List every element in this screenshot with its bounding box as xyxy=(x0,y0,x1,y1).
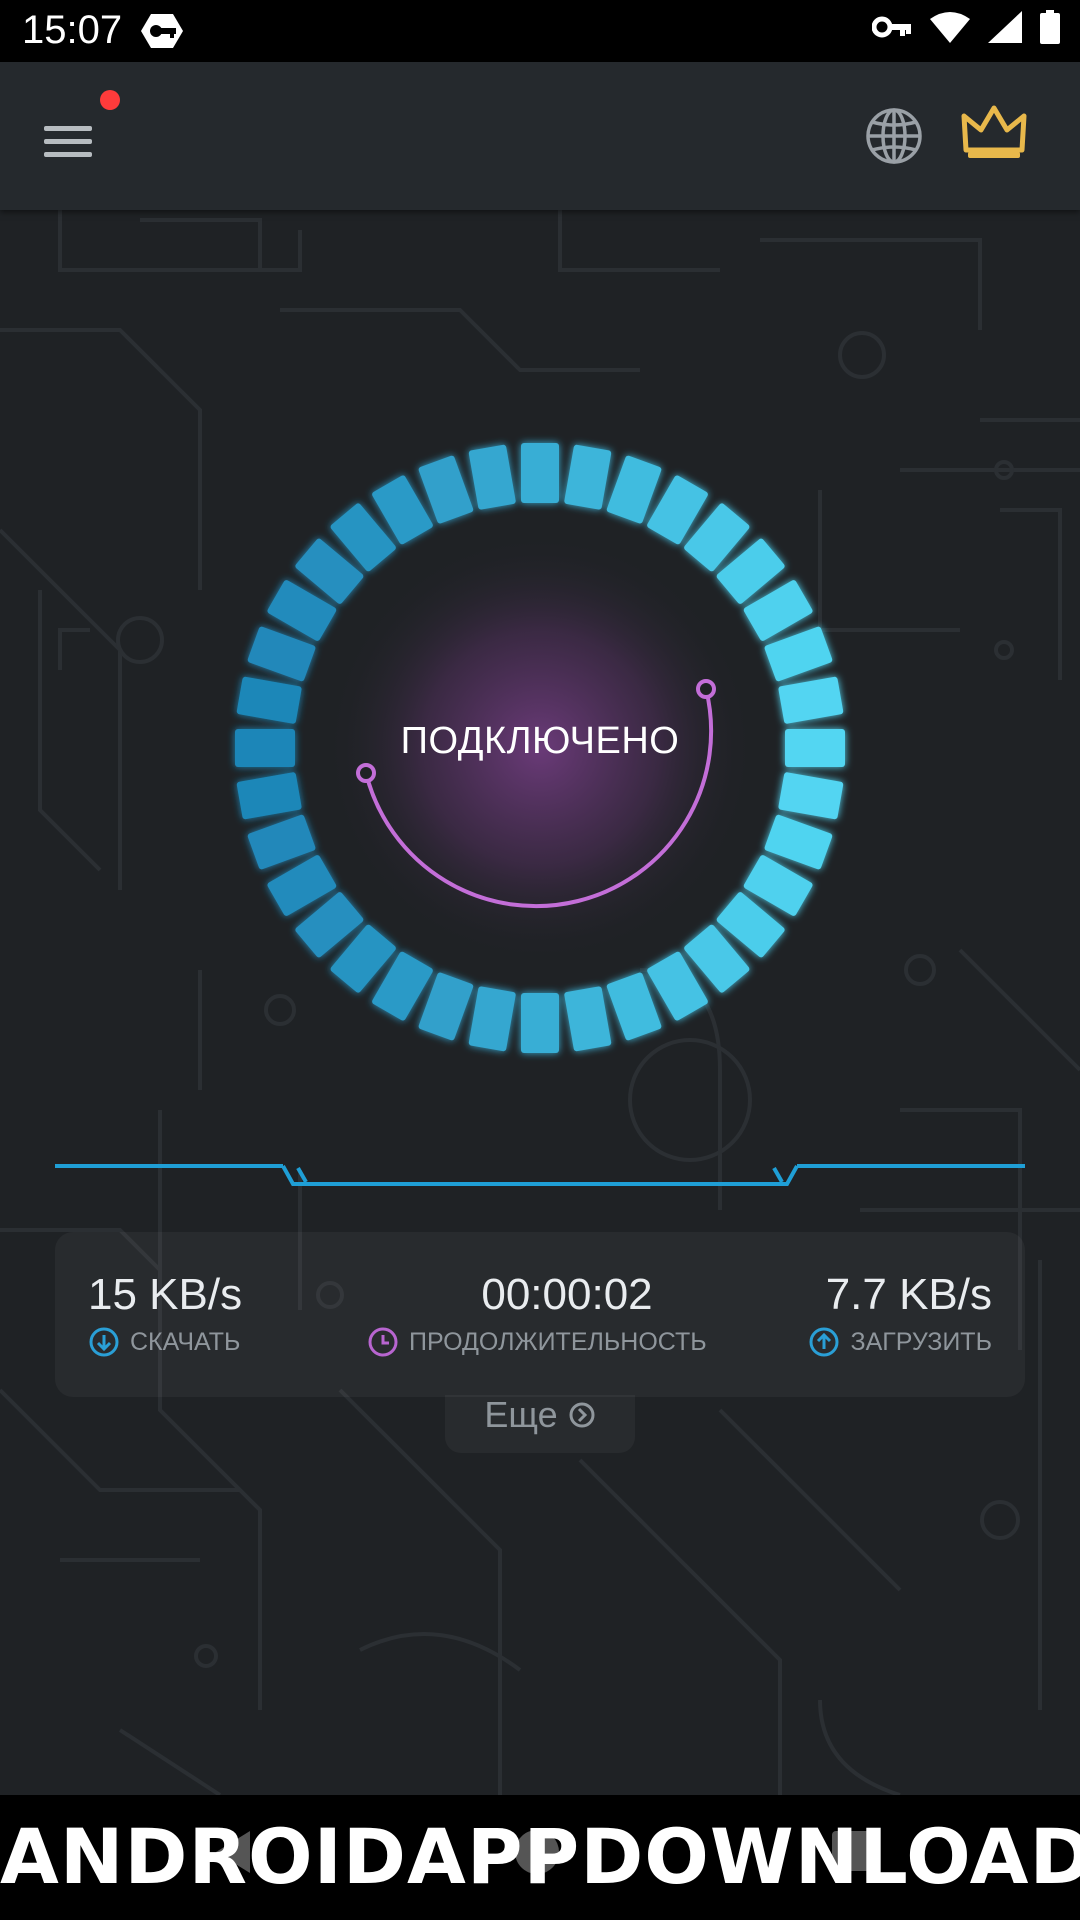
battery-icon xyxy=(1040,10,1060,44)
wifi-icon xyxy=(930,12,970,43)
hamburger-menu-icon xyxy=(44,126,92,157)
upload-stat: 7.7 KB/s ЗАГРУЗИТЬ xyxy=(808,1270,992,1358)
key-icon xyxy=(872,16,911,38)
premium-button[interactable] xyxy=(960,102,1028,166)
download-label: СКАЧАТЬ xyxy=(130,1327,241,1356)
upload-label: ЗАГРУЗИТЬ xyxy=(850,1327,992,1356)
more-button[interactable]: Еще xyxy=(470,1390,610,1440)
vpn-key-badge-icon xyxy=(141,14,183,48)
more-label: Еще xyxy=(484,1394,558,1435)
chevron-right-circle-icon xyxy=(569,1402,595,1428)
download-stat: 15 KB/s СКАЧАТЬ xyxy=(88,1270,242,1358)
divider-line xyxy=(55,1164,1025,1186)
connection-status-label: ПОДКЛЮЧЕНО xyxy=(400,720,680,762)
duration-value: 00:00:02 xyxy=(481,1270,653,1319)
menu-button[interactable] xyxy=(30,104,110,170)
download-speed: 15 KB/s xyxy=(88,1270,243,1319)
duration-stat: 00:00:02 ПРОДОЛЖИТЕЛЬНОСТЬ xyxy=(367,1270,767,1358)
download-arrow-icon xyxy=(89,1327,119,1357)
crown-icon xyxy=(961,105,1027,158)
upload-speed: 7.7 KB/s xyxy=(825,1270,992,1319)
globe-icon xyxy=(866,108,922,164)
duration-label: ПРОДОЛЖИТЕЛЬНОСТЬ xyxy=(409,1327,707,1356)
app-bar xyxy=(0,62,1080,210)
watermark-text: ANDROIDAPPDOWNLOAD.L xyxy=(0,1812,1080,1901)
status-bar: 15:07 xyxy=(0,0,1080,62)
upload-arrow-icon xyxy=(809,1327,839,1357)
stats-panel: 15 KB/s СКАЧАТЬ 00:00:02 ПРОДОЛЖИТЕЛЬНОС… xyxy=(55,1232,1025,1397)
server-select-button[interactable] xyxy=(862,104,926,168)
cell-signal-icon xyxy=(988,11,1022,43)
notification-dot xyxy=(100,90,120,110)
clock-icon xyxy=(368,1327,398,1357)
status-time: 15:07 xyxy=(22,8,123,52)
circuit-background xyxy=(0,210,1080,1795)
